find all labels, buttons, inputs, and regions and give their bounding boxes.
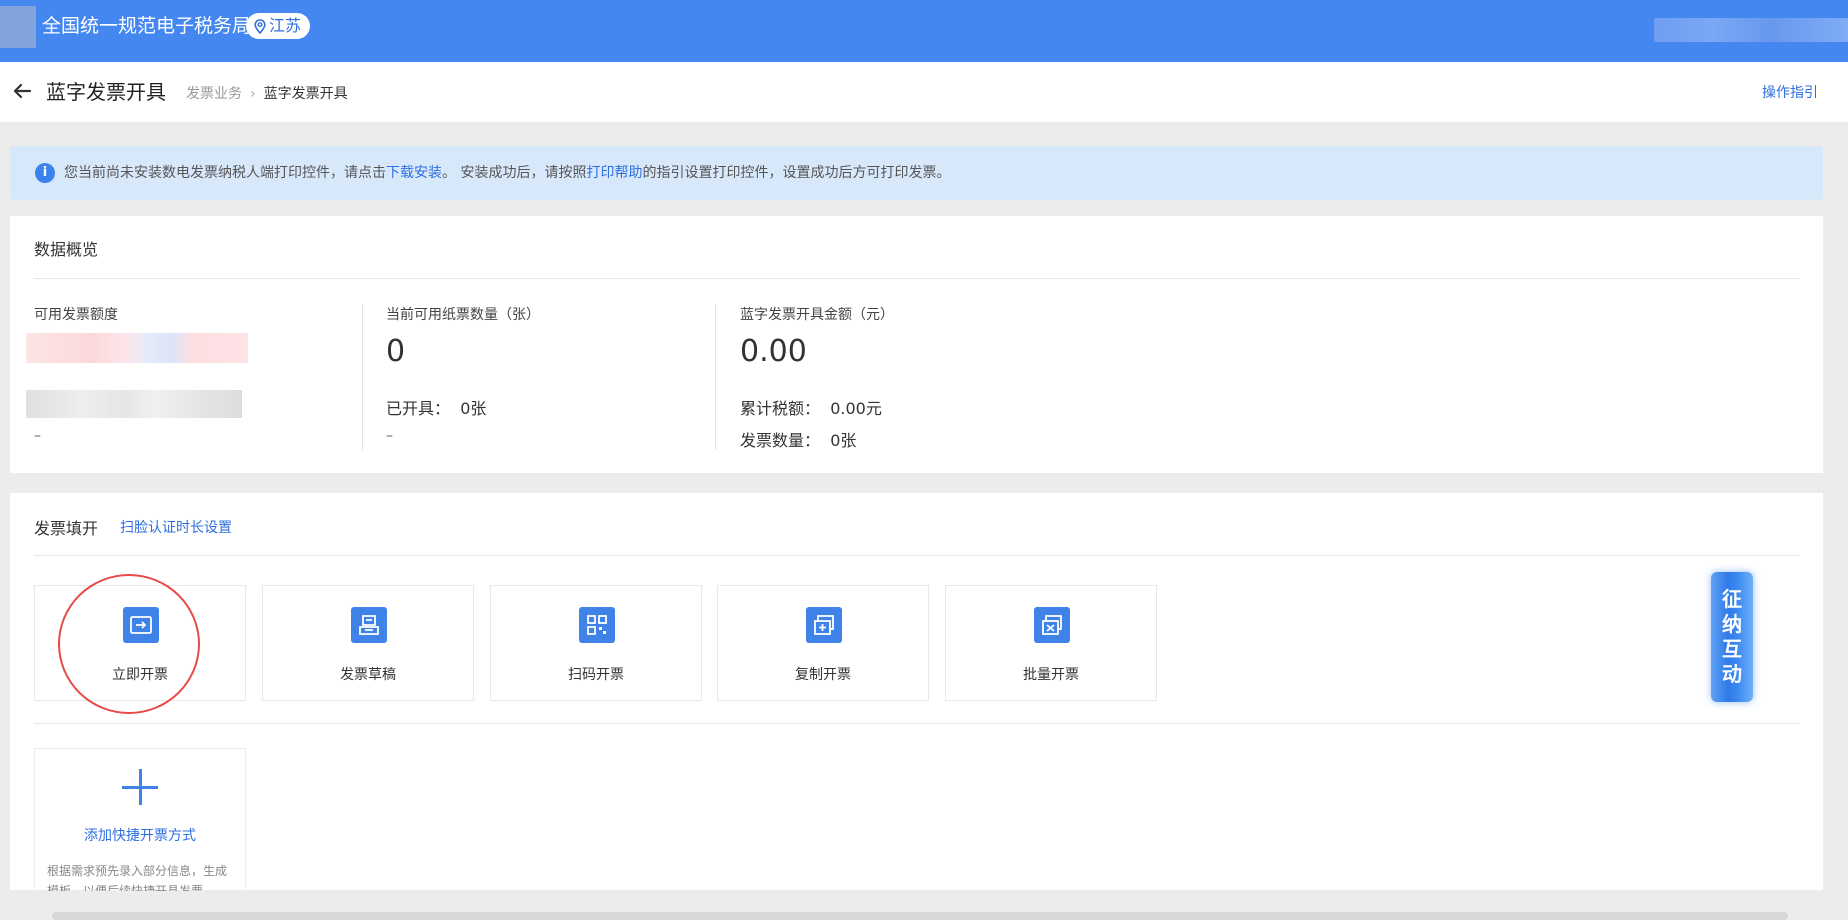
blue-amount-stat: 蓝字发票开具金额（元） 0.00 [740, 304, 894, 370]
interaction-float-button[interactable]: 征纳互动 [1711, 572, 1753, 702]
paper-issued: 已开具： 0张 [386, 395, 486, 419]
tax-total-label: 累计税额： [740, 399, 821, 418]
invoice-fill-card: 发票填开 扫脸认证时长设置 立即开票 发票草稿 扫码开票 复制开票 批量开票 添… [10, 493, 1823, 891]
invoice-count-value: 0张 [830, 431, 857, 450]
tile-label: 发票草稿 [340, 667, 396, 683]
page-header: 蓝字发票开具 发票业务 › 蓝字发票开具 操作指引 [0, 62, 1848, 122]
top-bar: 全国统一规范电子税务局 江苏 [0, 0, 1848, 62]
tile-copy-invoice[interactable]: 复制开票 [717, 585, 929, 701]
face-auth-duration-link[interactable]: 扫脸认证时长设置 [120, 517, 232, 537]
divider [34, 555, 1799, 556]
tile-draft[interactable]: 发票草稿 [262, 585, 474, 701]
divider [34, 723, 1799, 724]
paper-issued-label: 已开具： [386, 399, 451, 418]
divider [362, 304, 363, 450]
divider [34, 278, 1799, 279]
back-arrow-icon[interactable] [12, 81, 32, 101]
paper-issued-value: 0张 [460, 399, 487, 418]
breadcrumb: 发票业务 › 蓝字发票开具 [186, 84, 348, 104]
tax-total-value: 0.00元 [830, 399, 882, 418]
tile-label: 批量开票 [1023, 667, 1079, 683]
page-title: 蓝字发票开具 [46, 80, 166, 104]
draft-icon [351, 607, 387, 643]
invoice-count-label: 发票数量： [740, 431, 821, 450]
location-pin-icon [254, 18, 266, 34]
tile-label: 复制开票 [795, 667, 851, 683]
notice-text-part: 的指引设置打印控件，设置成功后方可打印发票。 [642, 165, 951, 181]
batch-invoice-icon [1034, 607, 1070, 643]
copy-invoice-icon [806, 607, 842, 643]
data-overview-card: 数据概览 可用发票额度 – 当前可用纸票数量（张） 0 已开具： 0张 – 蓝字… [10, 216, 1823, 473]
tile-qrcode[interactable]: 扫码开票 [490, 585, 702, 701]
divider [715, 304, 716, 450]
fill-title: 发票填开 [34, 519, 99, 538]
scrollbar-thumb[interactable] [52, 912, 1788, 920]
breadcrumb-separator: › [250, 86, 256, 102]
notice-text-part: 。 安装成功后，请按照 [442, 165, 587, 181]
add-quick-invoice-tile[interactable]: 添加快捷开票方式 根据需求预先录入部分信息，生成模板，以便后续快捷开具发票 [34, 748, 246, 891]
quota-value-redacted [26, 333, 248, 363]
print-help-link[interactable]: 打印帮助 [586, 165, 642, 181]
user-info-redacted[interactable] [1654, 18, 1848, 42]
highlight-circle [58, 574, 200, 714]
tile-label: 扫码开票 [568, 667, 624, 683]
invoice-count: 发票数量： 0张 [740, 427, 856, 451]
install-notice: i 您当前尚未安装数电发票纳税人端打印控件，请点击下载安装。 安装成功后，请按照… [10, 146, 1823, 200]
download-install-link[interactable]: 下载安装 [386, 165, 442, 181]
quota-stat: 可用发票额度 [34, 304, 118, 324]
notice-text-part: 您当前尚未安装数电发票纳税人端打印控件，请点击 [64, 165, 386, 181]
tax-total: 累计税额： 0.00元 [740, 395, 882, 419]
paper-value: 0 [386, 334, 406, 369]
breadcrumb-item-current: 蓝字发票开具 [263, 86, 348, 102]
add-quick-invoice-desc: 根据需求预先录入部分信息，生成模板，以便后续快捷开具发票 [47, 864, 228, 891]
tile-batch-invoice[interactable]: 批量开票 [945, 585, 1157, 701]
breadcrumb-item-invoice-business[interactable]: 发票业务 [186, 86, 242, 102]
quota-label: 可用发票额度 [34, 307, 118, 323]
blue-amount-value: 0.00 [740, 334, 807, 369]
blue-amount-label: 蓝字发票开具金额（元） [740, 307, 894, 323]
paper-label: 当前可用纸票数量（张） [386, 307, 540, 323]
paper-stat: 当前可用纸票数量（张） 0 [386, 304, 540, 370]
overview-title: 数据概览 [34, 240, 99, 259]
region-selector[interactable]: 江苏 [246, 13, 311, 39]
qrcode-icon [579, 607, 615, 643]
add-quick-invoice-label: 添加快捷开票方式 [84, 828, 196, 844]
plus-icon [122, 769, 158, 805]
quota-detail-redacted [26, 390, 242, 418]
float-button-label: 征纳互动 [1722, 587, 1742, 686]
region-label: 江苏 [269, 16, 302, 35]
guide-link[interactable]: 操作指引 [1762, 82, 1818, 102]
info-icon: i [35, 163, 55, 183]
logo [0, 6, 36, 48]
app-title: 全国统一规范电子税务局 [42, 15, 252, 37]
notice-text: 您当前尚未安装数电发票纳税人端打印控件，请点击下载安装。 安装成功后，请按照打印… [64, 146, 950, 200]
quota-dash: – [34, 428, 41, 444]
horizontal-scrollbar[interactable] [36, 910, 1814, 920]
paper-dash: – [386, 428, 393, 444]
